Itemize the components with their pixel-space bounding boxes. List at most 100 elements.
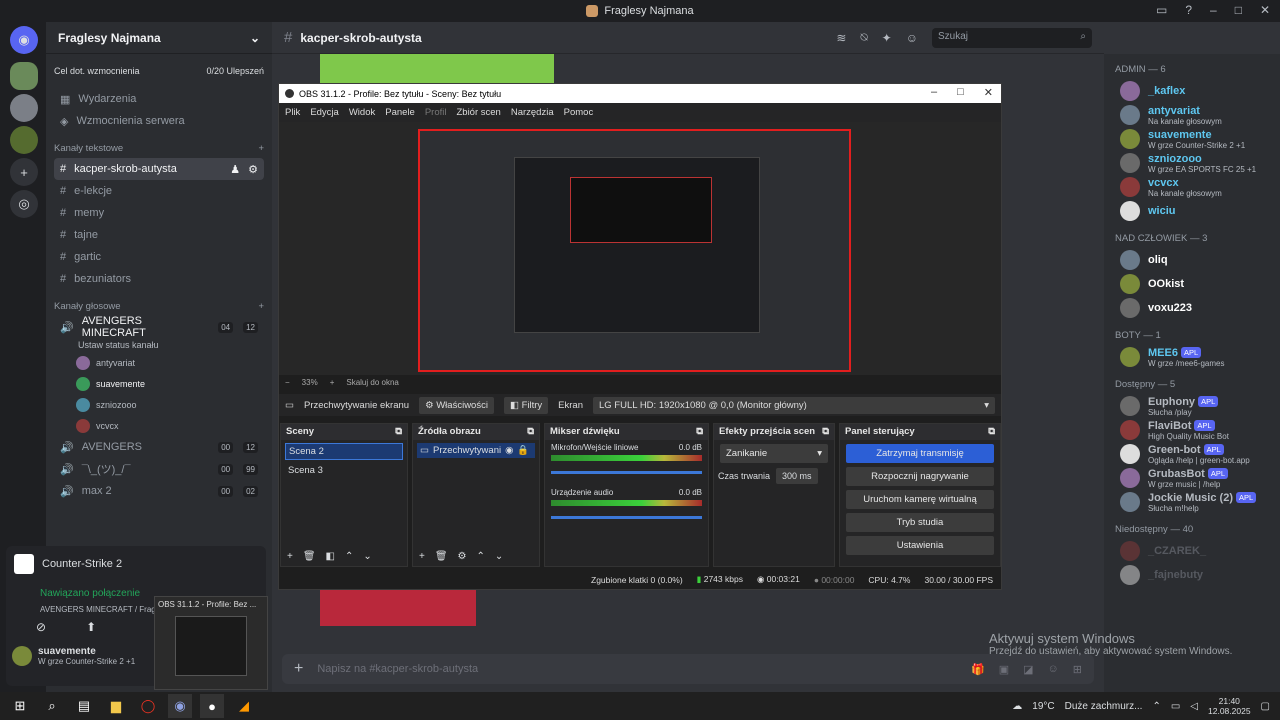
add-attachment-icon[interactable]: +	[294, 660, 303, 678]
menu-7[interactable]: Pomoc	[564, 107, 594, 118]
voice-channel[interactable]: 🔊 max 2 00 02	[54, 480, 264, 502]
duration-input[interactable]: 300 ms	[776, 468, 818, 484]
obs-close-button[interactable]: ✕	[984, 86, 993, 99]
server-icon-2[interactable]	[10, 94, 38, 122]
scene-item[interactable]: Scena 3	[285, 463, 403, 478]
minimize-button[interactable]: –	[1210, 3, 1217, 17]
zoom-out-icon[interactable]: −	[285, 378, 290, 387]
dock-float-icon[interactable]: ⧉	[395, 426, 402, 438]
server-header[interactable]: Fraglesy Najmana ⌄	[46, 22, 272, 54]
member-row[interactable]: _fajnebuty	[1120, 563, 1280, 587]
gear-icon[interactable]: ⚙	[458, 551, 467, 562]
members-icon[interactable]: ☺	[906, 31, 918, 45]
voice-user[interactable]: suavemente	[76, 373, 272, 394]
start-icon[interactable]: ⊞	[8, 694, 32, 718]
chat-image-top[interactable]	[320, 54, 554, 84]
volume-icon[interactable]: ◁	[1190, 701, 1198, 712]
menu-1[interactable]: Edycja	[310, 107, 339, 118]
events-item[interactable]: ▦ Wydarzenia	[54, 88, 264, 110]
down-icon[interactable]: ⌄	[363, 551, 371, 562]
obs-minimize-button[interactable]: –	[931, 86, 937, 99]
transition-select[interactable]: Zanikanie ▾	[720, 444, 828, 463]
member-row[interactable]: Jockie Music (2) APL Słucha m!help	[1120, 490, 1280, 514]
chat-image-bottom[interactable]	[320, 588, 476, 626]
voice-channel[interactable]: 🔊 AVENGERS MINECRAFT 04 12	[54, 315, 264, 339]
member-row[interactable]: voxu223	[1120, 296, 1280, 320]
menu-3[interactable]: Panele	[385, 107, 415, 118]
menu-4[interactable]: Profil	[425, 107, 447, 118]
virtual-camera-button[interactable]: Uruchom kamerę wirtualną	[846, 490, 994, 509]
voice-channel[interactable]: 🔊 ¯\_(ツ)_/¯ 00 99	[54, 458, 264, 480]
member-row[interactable]: OOkist	[1120, 272, 1280, 296]
menu-6[interactable]: Narzędzia	[511, 107, 554, 118]
trash-icon[interactable]: 🗑	[435, 551, 448, 562]
dock-float-icon[interactable]: ⧉	[527, 426, 534, 438]
member-row[interactable]: GrubasBot APL W grze music | /help	[1120, 466, 1280, 490]
channel-gartic[interactable]: # gartic	[54, 246, 264, 268]
search-input[interactable]: Szukaj ⌕	[932, 27, 1092, 48]
screenshare-icon[interactable]: ⬆	[86, 620, 96, 634]
add-icon[interactable]: +	[287, 551, 293, 562]
pin-icon[interactable]: ✦	[882, 31, 892, 45]
gift-icon[interactable]: 🎁	[971, 663, 985, 676]
channel-bezuniators[interactable]: # bezuniators	[54, 268, 264, 290]
tray-chevron-icon[interactable]: ⌃	[1152, 701, 1160, 712]
weather-desc[interactable]: Duże zachmurz...	[1065, 701, 1143, 712]
settings-button[interactable]: Ustawienia	[846, 536, 994, 555]
add-server-icon[interactable]: +	[10, 158, 38, 186]
gif-icon[interactable]: ▣	[999, 663, 1009, 676]
zoom-in-icon[interactable]: +	[330, 378, 335, 387]
cs2-icon[interactable]: ◢	[232, 694, 256, 718]
server-icon-3[interactable]	[10, 126, 38, 154]
member-row[interactable]: oliq	[1120, 248, 1280, 272]
filter-icon[interactable]: ◧	[326, 551, 335, 562]
member-row[interactable]: szniozooo W grze EA SPORTS FC 25 +1	[1120, 151, 1280, 175]
voice-user[interactable]: szniozooo	[76, 394, 272, 415]
help-icon[interactable]: ?	[1185, 3, 1192, 17]
obs-maximize-button[interactable]: □	[957, 86, 964, 99]
search-icon[interactable]: ⌕	[40, 694, 64, 718]
preview-capture[interactable]	[418, 129, 851, 372]
down-icon[interactable]: ⌄	[495, 551, 503, 562]
stop-stream-button[interactable]: Zatrzymaj transmisję	[846, 444, 994, 463]
voice-user[interactable]: antyvariat	[76, 352, 272, 373]
menu-2[interactable]: Widok	[349, 107, 375, 118]
weather-temp[interactable]: 19°C	[1032, 701, 1054, 712]
voice-user[interactable]: vcvcx	[76, 415, 272, 436]
member-row[interactable]: _CZAREK_	[1120, 539, 1280, 563]
notification-icon[interactable]: ▢	[1261, 701, 1270, 712]
sticker-icon[interactable]: ◪	[1023, 663, 1033, 676]
channel-memy[interactable]: # memy	[54, 202, 264, 224]
clock[interactable]: 21:40 12.08.2025	[1208, 696, 1251, 716]
screen-select[interactable]: LG FULL HD: 1920x1080 @ 0,0 (Monitor głó…	[592, 396, 995, 414]
member-row[interactable]: Green-bot APL Ogląda /help | green-bot.app	[1120, 442, 1280, 466]
channel-tajne[interactable]: # tajne	[54, 224, 264, 246]
member-row[interactable]: suavemente W grze Counter-Strike 2 +1	[1120, 127, 1280, 151]
gear-icon[interactable]: ⚙	[248, 163, 258, 176]
camera-icon[interactable]: ⊘	[36, 620, 46, 634]
lock-icon[interactable]: 🔒	[517, 445, 529, 456]
text-category[interactable]: Kanały tekstowe +	[54, 138, 264, 158]
properties-button[interactable]: ⚙ Właściwości	[419, 396, 494, 414]
explore-icon[interactable]: ◎	[10, 190, 38, 218]
up-icon[interactable]: ⌃	[477, 551, 485, 562]
volume-slider[interactable]	[551, 471, 702, 474]
scale-mode[interactable]: Skaluj do okna	[346, 378, 398, 387]
opera-icon[interactable]: ◯	[136, 694, 160, 718]
eye-icon[interactable]: ◉	[505, 445, 513, 456]
dock-float-icon[interactable]: ⧉	[822, 426, 829, 438]
obs-icon[interactable]: ●	[200, 694, 224, 718]
member-row[interactable]: _kaflex	[1120, 79, 1280, 103]
taskview-icon[interactable]: ▤	[72, 694, 96, 718]
scene-item[interactable]: Scena 2	[285, 443, 403, 460]
obs-preview[interactable]	[279, 122, 1001, 375]
volume-slider[interactable]	[551, 516, 702, 519]
source-item[interactable]: ▭ Przechwytywani ◉ 🔒	[417, 443, 535, 458]
channel-kacper-skrob-autysta[interactable]: # kacper-skrob-autysta ♟ ⚙	[54, 158, 264, 180]
message-input[interactable]: + Napisz na #kacper-skrob-autysta 🎁 ▣ ◪ ☺ ⊞	[282, 654, 1094, 684]
taskbar-preview[interactable]: OBS 31.1.2 - Profile: Bez ...	[154, 596, 268, 690]
threads-icon[interactable]: ≋	[836, 31, 846, 45]
menu-5[interactable]: Zbiór scen	[456, 107, 500, 118]
member-row[interactable]: MEE6 APL W grze /mee6-games	[1120, 345, 1280, 369]
filters-button[interactable]: ◧ Filtry	[503, 396, 549, 414]
